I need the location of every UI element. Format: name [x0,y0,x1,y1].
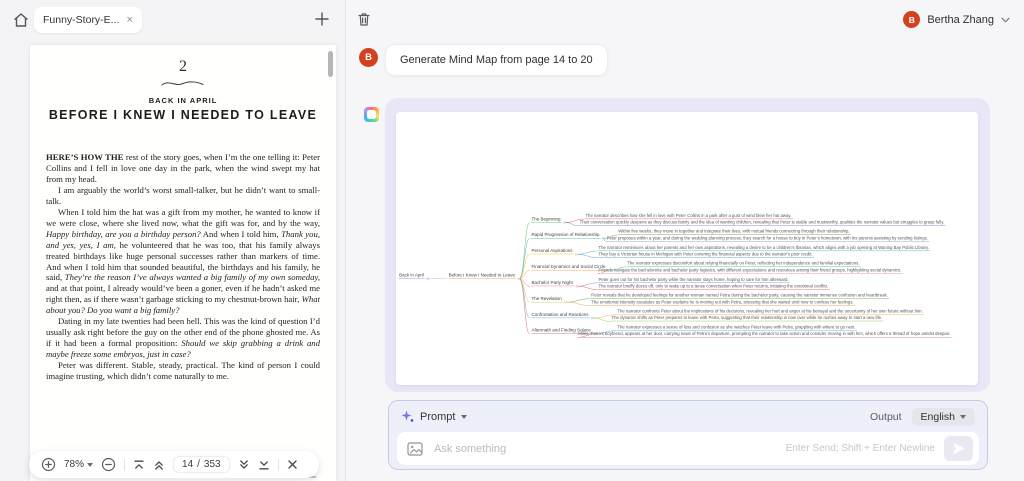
chapter-kicker: BACK IN APRIL [30,96,336,105]
mm-leaf: The narrator expresses a sense of loss a… [617,324,857,330]
mm-leaf: The emotional intensity escalates as Pet… [591,299,855,305]
chat-header: B Bertha Zhang [347,0,1024,40]
chevron-down-icon [960,415,966,419]
home-icon[interactable] [12,11,30,29]
chat-input[interactable] [432,442,777,456]
mm-leaf: Peter reveals that he developed feelings… [591,292,889,298]
sparkle-icon [401,410,414,423]
add-tab-icon[interactable] [313,10,331,28]
message-input-row: Enter Send; Shift + Enter Newline [397,432,979,465]
mm-leaf: Peter goes out for his bachelor party wh… [598,277,790,283]
pdf-paragraph: HERE’S HOW THE rest of the story goes, w… [46,152,320,185]
tab-title: Funny-Story-E... [43,14,119,26]
mm-leaf: Within five weeks, they move in together… [618,229,851,235]
user-message-bubble: Generate Mind Map from page 14 to 20 [385,44,608,76]
toolbar-divider [124,459,125,471]
close-toolbar-icon[interactable] [287,459,298,470]
app-window: Funny-Story-E... × 2 BACK IN APRIL BEFOR… [0,0,1024,481]
document-tab[interactable]: Funny-Story-E... × [34,7,142,33]
mm-leaf: Their conversation quickly deepens as th… [579,220,945,226]
pdf-toolbar: 78% 14 / 353 [29,451,319,478]
mm-branch-label: Bachelor Party Night [531,280,574,286]
mm-leaf: Miles, Petra’s boyfriend, appears at her… [578,331,952,337]
next-pages-icon[interactable] [238,459,250,471]
zoom-level-value: 78% [64,459,84,470]
page-number-input[interactable]: 14 / 353 [173,456,230,473]
zoom-level-dropdown[interactable]: 78% [64,459,93,470]
zoom-in-icon[interactable] [41,457,56,472]
mindmap-response-card: Back in April Before I Knew I Needed to L… [385,98,990,392]
mm-branch-label: Personal Aspirations [531,248,574,254]
chevron-down-icon[interactable] [461,415,467,419]
chat-input-container: Prompt Output English Enter Send; Shift … [388,400,988,470]
pdf-paragraph: I am arguably the world’s worst small-ta… [46,185,320,207]
mm-branch-label: Confrontation and Reactions [531,312,590,318]
mm-leaf: They buy a Victorian house in Michigan w… [598,251,814,257]
tab-close-icon[interactable]: × [126,15,132,26]
assistant-logo-icon [364,107,379,122]
trash-icon[interactable] [356,11,374,29]
go-to-top-icon[interactable] [133,459,145,471]
mm-leaf: Peter proposes within a year, and during… [606,235,929,241]
zoom-out-icon[interactable] [101,457,116,472]
mindmap-canvas: Back in April Before I Knew I Needed to L… [396,112,978,385]
mm-leaf: The narrator reminisces about her parent… [598,245,930,251]
page-total: 353 [204,459,221,470]
tab-bar: Funny-Story-E... × [0,0,345,40]
chevron-down-icon [87,463,93,467]
mm-branch-label: The Revelation [531,296,563,302]
output-language-value: English [921,411,955,423]
mindmap-image[interactable]: Back in April Before I Knew I Needed to L… [396,112,978,385]
mm-branch-label: Financial Dynamics and Social Circle [531,264,607,270]
mm-center: Before I Knew I Needed to Leave [448,272,516,278]
page-separator: / [197,459,200,470]
output-language-dropdown[interactable]: English [912,408,975,426]
mm-root: Back in April [399,272,426,278]
output-label: Output [870,411,902,423]
prompt-dropdown-label[interactable]: Prompt [420,411,455,423]
page-current: 14 [182,459,193,470]
pdf-page: 2 BACK IN APRIL BEFORE I KNEW I NEEDED T… [30,45,336,481]
message-avatar: B [359,48,378,67]
user-avatar: B [903,11,920,28]
send-button[interactable] [944,436,973,461]
chapter-ornament [160,79,206,88]
mm-leaf: The narrator describes how she fell in l… [585,213,793,219]
paper-plane-icon [952,442,966,455]
pdf-paragraph: When I told him the hat was a gift from … [46,207,320,317]
pdf-paragraph: Peter was different. Stable, steady, pra… [46,360,320,382]
chevron-down-icon [1001,17,1010,23]
user-name: Bertha Zhang [927,14,994,26]
mm-branch-label: The Beginning [531,216,562,222]
chapter-number: 2 [30,58,336,76]
pdf-body: HERE’S HOW THE rest of the story goes, w… [46,152,320,382]
user-menu[interactable]: B Bertha Zhang [903,11,1010,28]
go-to-bottom-icon[interactable] [258,459,270,471]
mm-leaf: Friends navigate the bachelorette and ba… [598,267,903,273]
mm-leaf: The dynamic shifts as Peter prepares to … [611,315,883,321]
previous-pages-icon[interactable] [153,459,165,471]
mm-leaf: The narrator expresses discomfort about … [627,261,861,267]
toolbar-divider [278,459,279,471]
send-shortcut-hint: Enter Send; Shift + Enter Newline [786,443,935,454]
pdf-panel: Funny-Story-E... × 2 BACK IN APRIL BEFOR… [0,0,346,481]
mm-branch-label: Rapid Progression of Relationship [531,232,601,238]
mm-leaf: The narrator briefly dozes off, only to … [598,283,830,289]
chapter-title: BEFORE I KNEW I NEEDED TO LEAVE [30,108,336,122]
mm-leaf: The narrator confronts Peter about the i… [617,308,924,314]
attach-image-icon[interactable] [407,442,423,456]
pdf-scrollbar[interactable] [328,51,333,77]
prompt-row: Prompt Output English [389,401,987,432]
pdf-paragraph: Dating in my late twenties had been hell… [46,316,320,360]
